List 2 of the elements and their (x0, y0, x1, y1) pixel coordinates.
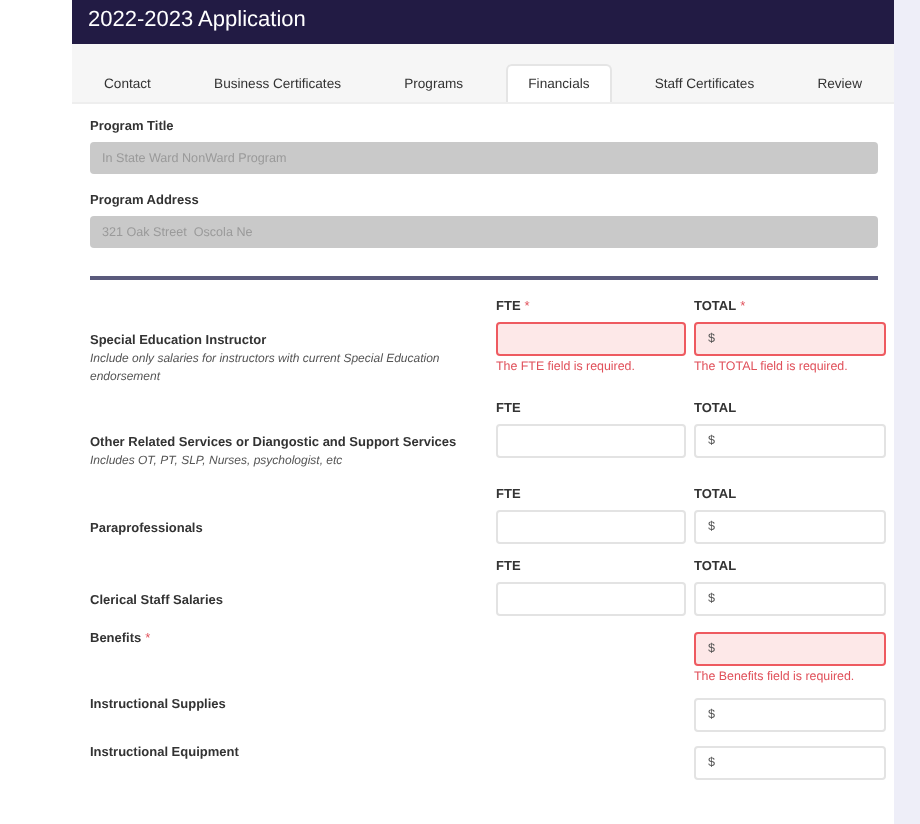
input-field[interactable] (496, 322, 686, 356)
application-title: 2022-2023 Application (88, 7, 306, 31)
